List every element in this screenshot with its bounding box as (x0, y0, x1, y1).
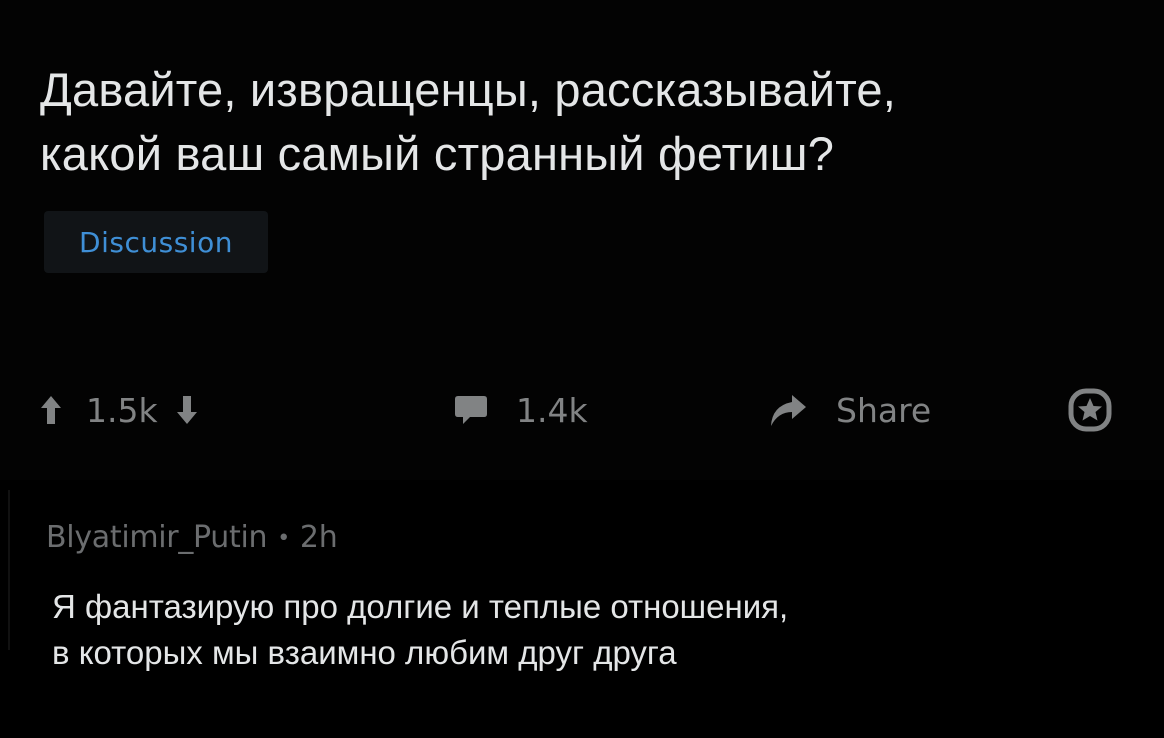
post-title[interactable]: Давайте, извращенцы, рассказывайте, како… (40, 58, 1140, 186)
comment-body-line-2: в которых мы взаимно любим друг друга (52, 634, 677, 671)
post-flair[interactable]: Discussion (44, 211, 268, 273)
post-title-line-2: какой ваш самый странный фетиш? (40, 127, 835, 180)
comment-body-line-1: Я фантазирую про долгие и теплые отношен… (52, 588, 789, 625)
share-button[interactable]: Share (768, 380, 931, 440)
comment: Blyatimir_Putin • 2h Я фантазирую про долг… (0, 490, 1164, 738)
award-icon (1068, 388, 1112, 432)
comment-meta: Blyatimir_Putin • 2h (46, 520, 338, 555)
vote-controls: 1.5k (40, 380, 198, 440)
comments-button[interactable]: 1.4k (454, 380, 588, 440)
award-button[interactable] (1068, 380, 1112, 440)
comment-body: Я фантазирую про долгие и теплые отношен… (52, 584, 1132, 676)
comment-age: 2h (299, 520, 338, 555)
arrow-up-icon[interactable] (40, 395, 62, 425)
thread-line[interactable] (8, 490, 10, 650)
vote-count: 1.5k (86, 390, 158, 430)
flair-label: Discussion (79, 225, 233, 259)
share-label: Share (836, 390, 932, 430)
post-card: Давайте, извращенцы, рассказывайте, како… (0, 0, 1164, 480)
meta-separator: • (277, 526, 290, 551)
share-arrow-icon (768, 393, 808, 427)
post-title-line-1: Давайте, извращенцы, рассказывайте, (40, 63, 897, 116)
comment-count: 1.4k (516, 390, 588, 430)
comment-author[interactable]: Blyatimir_Putin (46, 520, 268, 555)
speech-bubble-icon (454, 395, 488, 425)
arrow-down-icon[interactable] (176, 395, 198, 425)
post-action-bar: 1.5k 1.4k Share (0, 380, 1164, 440)
